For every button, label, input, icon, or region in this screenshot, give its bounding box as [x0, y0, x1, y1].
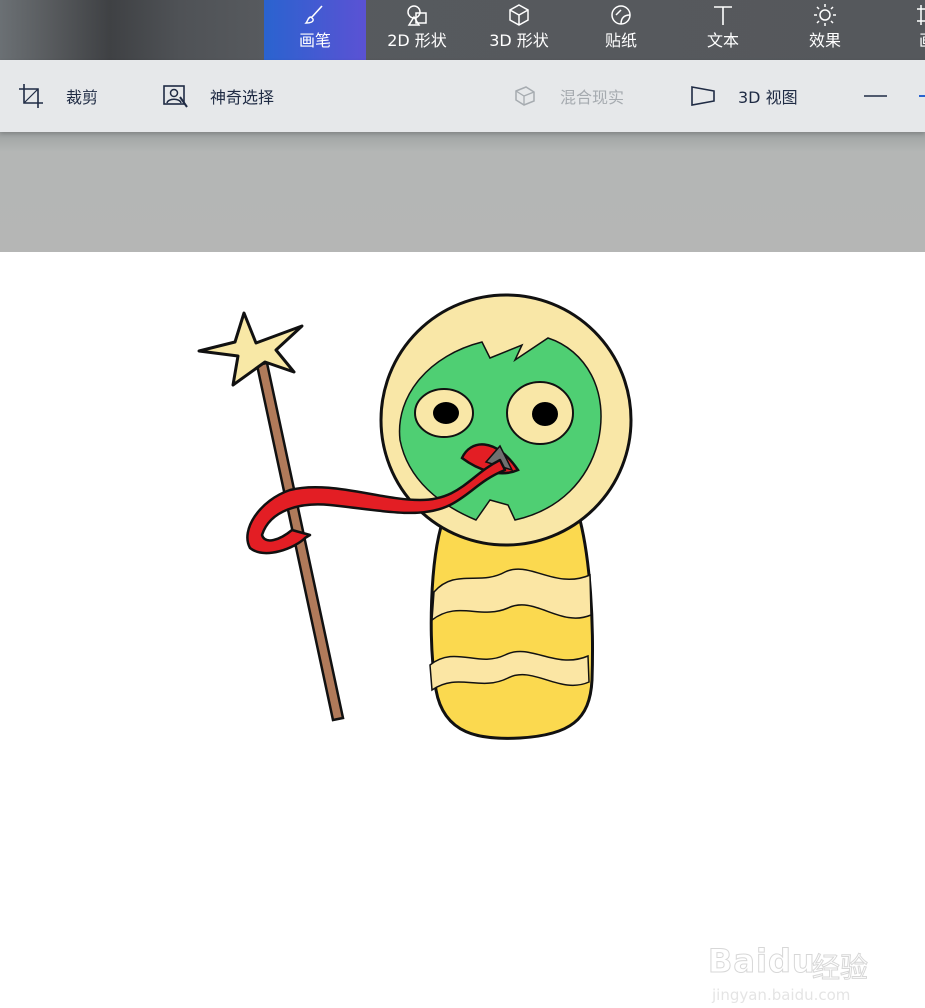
tab-label: 贴纸: [604, 31, 637, 50]
2d-shapes-icon: [405, 3, 429, 27]
baidu-watermark: Baidu 经验 jingyan.baidu.com: [708, 928, 888, 1008]
watermark-url: jingyan.baidu.com: [712, 986, 851, 1004]
right-pupil: [532, 402, 558, 426]
tab-stickers[interactable]: 贴纸: [570, 0, 672, 60]
3d-cube-icon: [507, 3, 531, 27]
3d-view-button[interactable]: 3D 视图: [690, 60, 798, 132]
tab-label: 文本: [706, 31, 739, 50]
mixed-reality-label: 混合现实: [560, 88, 625, 107]
tab-brushes[interactable]: 画笔: [264, 0, 366, 60]
3d-view-icon: [690, 83, 716, 109]
watermark-brand: Baidu: [708, 942, 816, 981]
watermark-brand-cn: 经验: [811, 951, 869, 985]
wand-star: [197, 311, 304, 387]
tab-label: 3D 形状: [489, 31, 549, 50]
top-tab-bar: 画笔 2D 形状 3D 形状 贴纸 文本 效果 画: [0, 0, 925, 60]
mixed-reality-icon: [512, 83, 538, 109]
tab-3d-shapes[interactable]: 3D 形状: [468, 0, 570, 60]
text-icon: [711, 3, 735, 27]
crop-label: 裁剪: [66, 88, 99, 107]
tab-label: 效果: [808, 31, 841, 50]
snake-wizard-drawing: [197, 293, 633, 740]
mixed-reality-button[interactable]: 混合现实: [512, 60, 624, 132]
sticker-icon: [609, 3, 633, 27]
drawing-canvas[interactable]: Baidu 经验 jingyan.baidu.com: [0, 252, 925, 1004]
tab-label: 画笔: [298, 31, 331, 50]
tool-options-bar: 裁剪 神奇选择 混合现实 3D 视图: [0, 60, 925, 132]
crop-icon: [18, 83, 44, 109]
left-pupil: [433, 402, 459, 424]
magic-select-icon: [162, 83, 188, 109]
3d-view-label: 3D 视图: [738, 88, 798, 107]
tab-canvas[interactable]: 画: [876, 0, 925, 60]
crop-button[interactable]: 裁剪: [18, 60, 98, 132]
tab-label: 2D 形状: [387, 31, 447, 50]
canvas-icon: [915, 3, 925, 27]
tab-text[interactable]: 文本: [672, 0, 774, 60]
tab-2d-shapes[interactable]: 2D 形状: [366, 0, 468, 60]
magic-select-label: 神奇选择: [210, 88, 275, 107]
workspace-background: [0, 132, 925, 252]
snake-body: [429, 518, 594, 740]
brush-icon: [303, 3, 327, 27]
tab-label: 画: [876, 31, 925, 51]
zoom-slider[interactable]: [864, 60, 925, 132]
tab-effects[interactable]: 效果: [774, 0, 876, 60]
zoom-slider-track: [864, 95, 925, 97]
magic-select-button[interactable]: 神奇选择: [162, 60, 274, 132]
sun-effects-icon: [813, 3, 837, 27]
